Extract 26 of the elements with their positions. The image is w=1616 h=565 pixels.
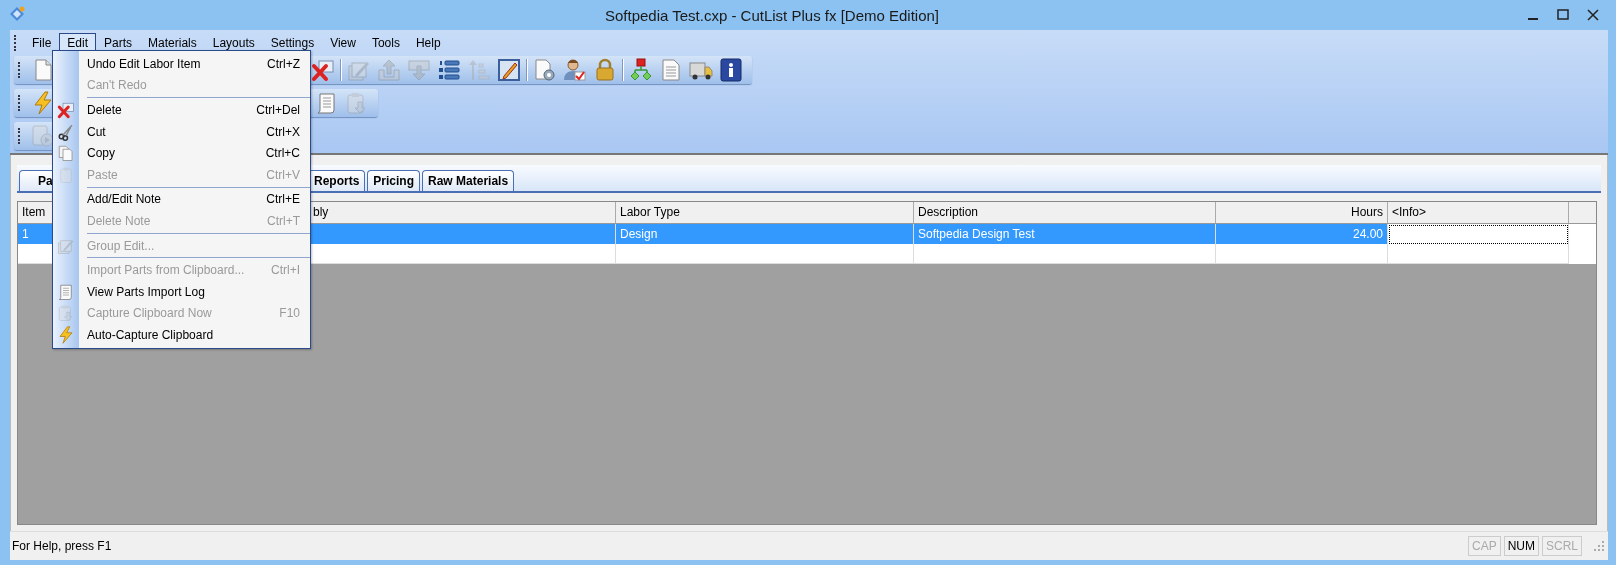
menu-entry-label: Paste	[86, 167, 119, 182]
table-cell: 24.00	[1216, 224, 1388, 245]
menu-entry-label: Import Parts from Clipboard...	[86, 263, 246, 278]
status-text: For Help, press F1	[12, 539, 113, 553]
status-indicator: NUM	[1503, 536, 1539, 556]
status-indicator: CAP	[1467, 536, 1501, 556]
status-indicator: SCRL	[1542, 536, 1582, 556]
menu-entry-label: Cut	[86, 124, 107, 139]
menu-entry-label: Copy	[86, 146, 116, 161]
menu-entry-label: Delete	[86, 103, 123, 117]
shortcut-text: Ctrl+X	[266, 124, 300, 139]
table-cell: Softpedia Design Test	[914, 224, 1216, 245]
shortcut-text: F10	[279, 306, 300, 321]
menu-entry-label: Undo Edit Labor Item	[86, 56, 202, 71]
shortcut-text: Ctrl+V	[266, 167, 300, 182]
shortcut-text: Ctrl+Del	[256, 103, 300, 117]
menu-entry-label: Can't Redo	[86, 78, 148, 93]
table-cell: Design	[616, 224, 914, 245]
menu-entry-label: Add/Edit Note	[86, 192, 163, 207]
window-title: Softpedia Test.cxp - CutList Plus fx [Demo Edition]	[603, 6, 940, 24]
menu-entry-label: View Parts Import Log	[86, 284, 206, 299]
shortcut-text: Ctrl+I	[271, 263, 300, 278]
menu-entry-label: Capture Clipboard Now	[86, 306, 213, 321]
shortcut-text: Ctrl+C	[265, 146, 300, 161]
menu-entry-label: Auto-Capture Clipboard	[86, 327, 215, 342]
shortcut-text: Ctrl+Z	[267, 56, 300, 71]
